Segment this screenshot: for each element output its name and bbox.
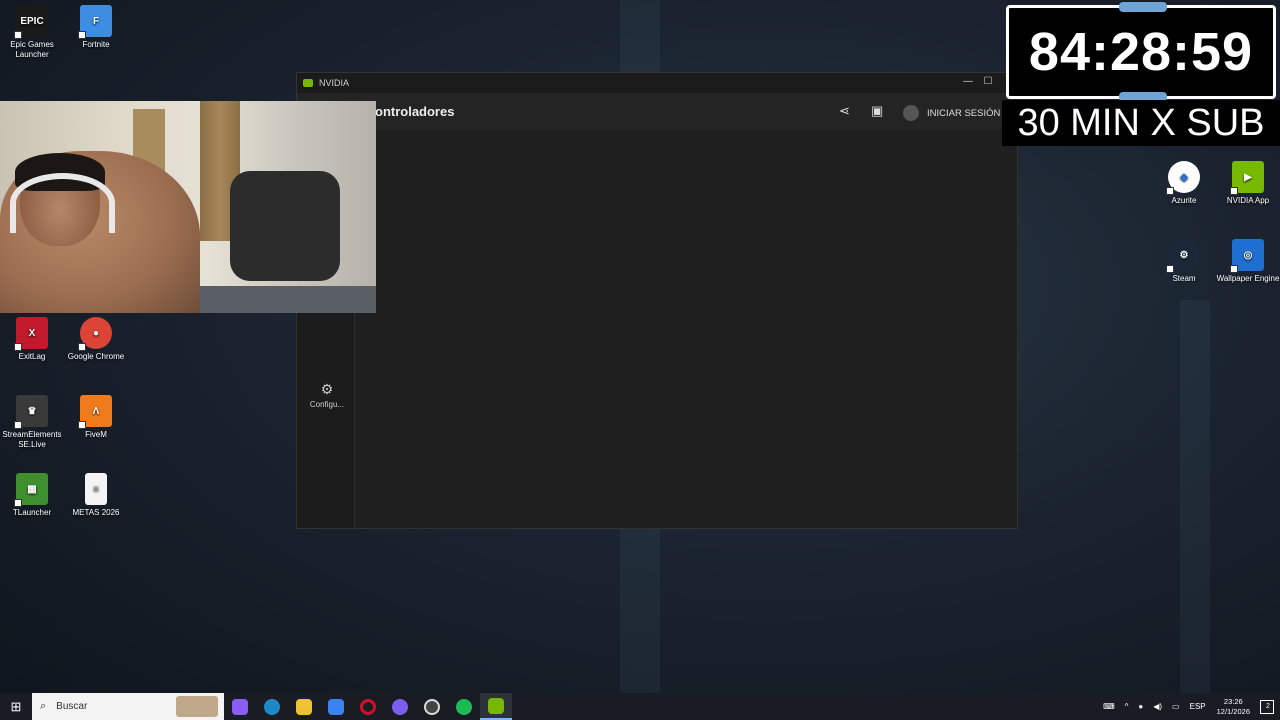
headphones <box>10 173 115 233</box>
taskbar-app-discord[interactable] <box>384 693 416 720</box>
spotify-icon <box>456 698 472 715</box>
sidebar-item-label: Configu... <box>309 400 345 409</box>
desktop-icon-azurite[interactable]: ◆ Azurite <box>1152 161 1216 206</box>
taskbar-app-opera[interactable] <box>352 693 384 720</box>
page-title: ontroladores <box>375 104 455 119</box>
taskbar-app-copilot[interactable] <box>224 693 256 720</box>
desktop-icon-fortnite[interactable]: F Fortnite <box>64 5 128 50</box>
chrome-icon: ● <box>78 317 112 351</box>
subathon-timer: 84:28:59 <box>1006 2 1276 102</box>
minimize-button[interactable]: — <box>961 76 975 87</box>
fortnite-icon: F <box>78 5 112 39</box>
search-placeholder: Buscar <box>56 701 88 712</box>
desktop-icon-streamelements[interactable]: ♛ StreamElements SE.Live <box>0 395 64 450</box>
windows-icon: ⊞ <box>10 698 22 714</box>
search-icon: ⌕ <box>40 700 47 712</box>
nvidia-icon <box>488 697 504 714</box>
microphone-icon[interactable]: ● <box>1138 702 1143 711</box>
taskbar-app-obs[interactable] <box>416 693 448 720</box>
feedback-icon[interactable]: ▣ <box>871 103 883 119</box>
share-icon[interactable]: ⋖ <box>839 103 850 119</box>
sign-in-label: INICIAR SESIÓN <box>927 107 1001 119</box>
search-box[interactable]: ⌕ Buscar <box>32 693 224 720</box>
copilot-icon <box>232 698 248 715</box>
language-indicator[interactable]: ESP <box>1190 702 1206 711</box>
desktop-icon-fivem[interactable]: Λ FiveM <box>64 395 128 440</box>
taskbar-app-nvidia[interactable] <box>480 693 512 720</box>
search-highlight-image <box>176 696 218 717</box>
clock-date: 12/1/2026 <box>1216 706 1250 716</box>
azurite-icon: ◆ <box>1166 161 1200 195</box>
taskbar-app-file-explorer[interactable] <box>288 693 320 720</box>
steam-icon: ⚙ <box>1166 239 1200 273</box>
wallpaper-engine-icon: ◎ <box>1230 239 1264 273</box>
window-titlebar[interactable]: NVIDIA — ☐ <box>297 73 1017 93</box>
subathon-promo-text: 30 MIN X SUB <box>1002 100 1280 146</box>
taskbar-app-edge[interactable] <box>256 693 288 720</box>
wallpaper-streak <box>1180 300 1210 693</box>
chevron-up-icon[interactable]: ^ <box>1125 702 1129 711</box>
notification-button[interactable]: 2 <box>1260 699 1274 714</box>
epic-games-icon: EPIC <box>14 5 48 39</box>
taskbar-app-spotify[interactable] <box>448 693 480 720</box>
webcam-overlay <box>0 101 376 313</box>
folder-icon <box>296 698 312 715</box>
timer-value: 84:28:59 <box>1028 22 1254 82</box>
app-content-area <box>355 129 1017 528</box>
discord-icon <box>392 698 408 715</box>
sign-in-button[interactable]: INICIAR SESIÓN <box>903 105 1000 121</box>
window-title: NVIDIA <box>319 78 350 88</box>
nvidia-app-window: NVIDIA — ☐ ⚙ Configu... ontroladores ⋖ ▣… <box>296 72 1018 529</box>
maximize-button[interactable]: ☐ <box>981 76 995 87</box>
volume-icon[interactable]: ◀) <box>1153 702 1162 711</box>
streamelements-icon: ♛ <box>14 395 48 429</box>
desktop-icon-metas-2026[interactable]: ≡ METAS 2026 <box>64 473 128 518</box>
clock-time: 23:26 <box>1223 696 1243 706</box>
nvidia-icon: ▶ <box>1230 161 1264 195</box>
desktop-icon-nvidia-app[interactable]: ▶ NVIDIA App <box>1216 161 1280 206</box>
opera-icon <box>360 698 376 715</box>
network-icon[interactable]: ▭ <box>1172 702 1180 711</box>
system-tray: ⌨ ^ ● ◀) ▭ ESP 23:26 12/1/2026 2 <box>1098 693 1280 720</box>
tlauncher-icon: ▦ <box>14 473 48 507</box>
desktop-icon-steam[interactable]: ⚙ Steam <box>1152 239 1216 284</box>
notification-count: 2 <box>1266 702 1270 710</box>
nvidia-logo-icon <box>303 79 313 87</box>
desktop-icon-wallpaper-engine[interactable]: ◎ Wallpaper Engine <box>1216 239 1280 284</box>
keyboard-icon[interactable]: ⌨ <box>1103 702 1115 711</box>
sidebar-item-settings[interactable]: ⚙ Configu... <box>305 381 349 409</box>
taskbar: ⊞ ⌕ Buscar ⌨ ^ ● ◀) ▭ ESP 23:26 12/1/202… <box>0 693 1280 720</box>
exitlag-icon: X <box>14 317 48 351</box>
taskbar-app-mail[interactable] <box>320 693 352 720</box>
desktop-icon-google-chrome[interactable]: ● Google Chrome <box>64 317 128 362</box>
desktop-icon-epic-games[interactable]: EPIC Epic Games Launcher <box>0 5 64 60</box>
obs-icon <box>424 698 440 715</box>
desktop-icon-exitlag[interactable]: X ExitLag <box>0 317 64 362</box>
start-button[interactable]: ⊞ <box>0 693 32 720</box>
fivem-icon: Λ <box>78 395 112 429</box>
mail-icon <box>328 698 344 715</box>
text-file-icon: ≡ <box>85 473 107 505</box>
edge-icon <box>264 698 280 715</box>
desktop-icon-tlauncher[interactable]: ▦ TLauncher <box>0 473 64 518</box>
clock[interactable]: 23:26 12/1/2026 <box>1217 697 1250 717</box>
gear-icon: ⚙ <box>320 381 334 397</box>
avatar-icon <box>903 105 919 121</box>
